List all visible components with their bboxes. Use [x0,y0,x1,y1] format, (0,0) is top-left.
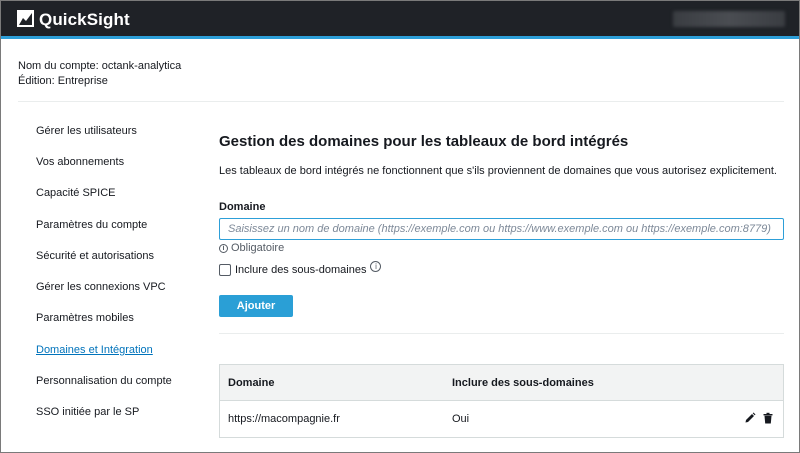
row-include-subdomains: Oui [452,413,470,425]
required-hint: i Obligatoire [219,242,284,254]
app-brand-name[interactable]: QuickSight [39,10,130,30]
sidebar-item-subscriptions[interactable]: Vos abonnements [36,156,124,168]
sidebar-item-domains-embedding[interactable]: Domaines et Intégration [36,344,153,356]
domains-table: Domaine Inclure des sous-domaines https:… [219,364,784,438]
page-description: Les tableaux de bord intégrés ne fonctio… [219,165,777,177]
row-domain: https://macompagnie.fr [228,413,340,425]
sidebar-item-account-settings[interactable]: Paramètres du compte [36,219,147,231]
page-title: Gestion des domaines pour les tableaux d… [219,133,629,150]
table-header: Domaine Inclure des sous-domaines [220,365,783,401]
account-name: Nom du compte: octank-analytica [18,60,182,72]
header-divider [18,101,784,102]
quicksight-logo-icon[interactable] [17,10,34,27]
account-info: Nom du compte: octank-analytica Édition:… [18,59,181,89]
include-subdomains-label[interactable]: Inclure des sous-domaines [235,264,366,276]
sidebar-item-sp-initiated-sso[interactable]: SSO initiée par le SP [36,406,139,418]
top-navigation-bar: QuickSight [1,1,799,39]
include-subdomains-row: Inclure des sous-domaines i [219,260,382,276]
info-icon: i [219,243,228,253]
info-icon[interactable]: i [370,260,382,272]
sidebar-item-manage-users[interactable]: Gérer les utilisateurs [36,125,137,137]
required-text: Obligatoire [231,242,285,254]
sidebar-item-security-permissions[interactable]: Sécurité et autorisations [36,250,154,262]
pencil-icon[interactable] [744,412,756,424]
trash-icon[interactable] [762,412,774,424]
domain-input[interactable] [219,218,784,240]
account-edition: Édition: Entreprise [18,75,108,87]
sidebar-item-vpc-connections[interactable]: Gérer les connexions VPC [36,281,166,293]
include-subdomains-checkbox[interactable] [219,264,231,276]
domain-field-label: Domaine [219,201,266,213]
column-header-include-subdomains: Inclure des sous-domaines [452,377,594,389]
column-header-domain: Domaine [228,377,275,389]
sidebar-item-mobile-settings[interactable]: Paramètres mobiles [36,312,134,324]
section-divider [219,333,784,334]
sidebar-item-spice-capacity[interactable]: Capacité SPICE [36,187,115,199]
add-domain-button[interactable]: Ajouter [219,295,293,317]
sidebar-item-account-customization[interactable]: Personnalisation du compte [36,375,172,387]
user-menu-redacted[interactable] [673,11,785,27]
